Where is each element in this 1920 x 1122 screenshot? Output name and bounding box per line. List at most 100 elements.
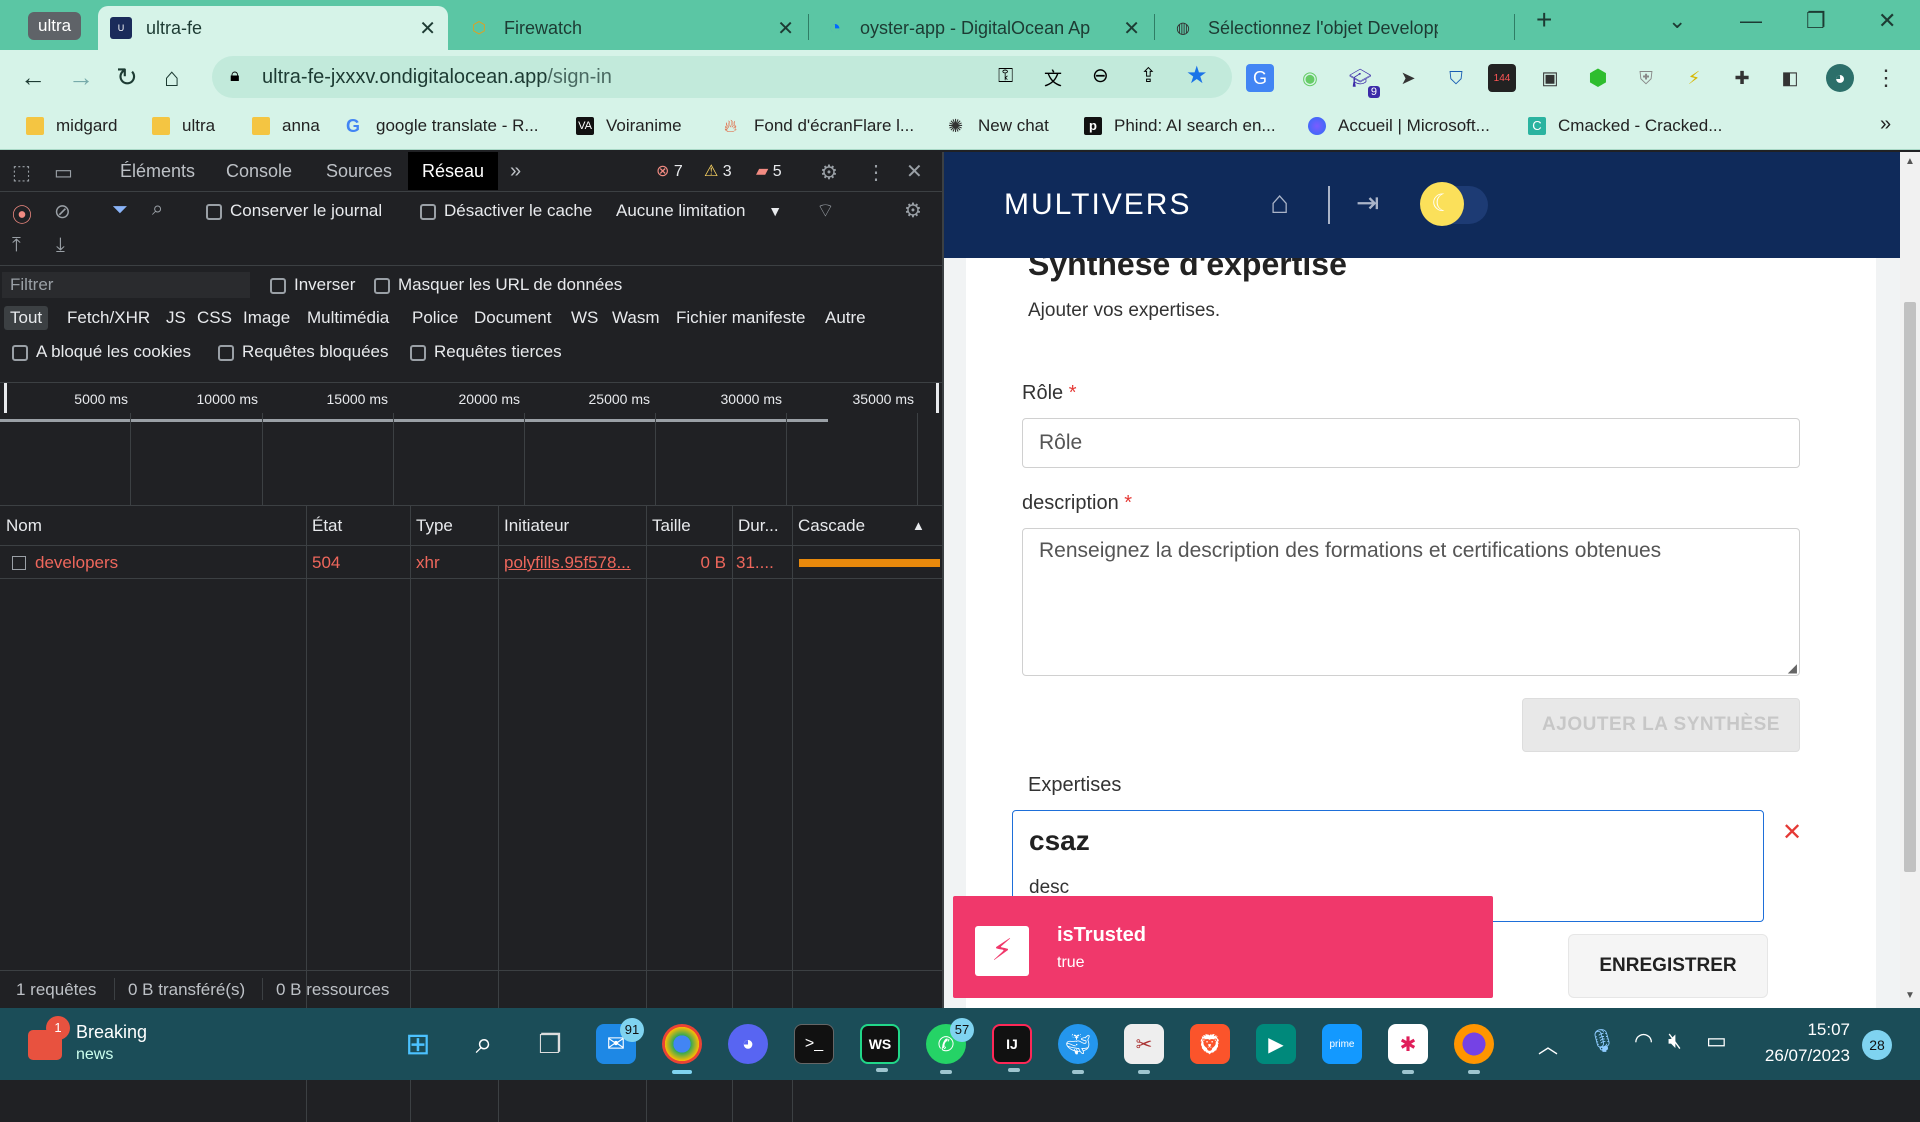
multivers-logo[interactable]: MULTIVERS — [1004, 188, 1191, 222]
type-filter-all[interactable]: Tout — [4, 306, 49, 330]
close-devtools-icon[interactable]: ✕ — [906, 159, 923, 184]
clock-date[interactable]: 26/07/2023 — [1756, 1046, 1850, 1066]
meet-icon[interactable]: ▶ — [1256, 1024, 1296, 1064]
throttling-select[interactable]: Aucune limitation ▼ — [616, 201, 782, 221]
search-icon[interactable]: ⌕ — [152, 198, 163, 221]
clock-time[interactable]: 15:07 — [1756, 1020, 1850, 1040]
webstorm-icon[interactable]: WS — [860, 1024, 900, 1072]
type-filter-media[interactable]: Multimédia — [307, 308, 389, 328]
export-har-icon[interactable]: ⤓ — [56, 234, 65, 257]
bookmark-microsoft[interactable]: Accueil | Microsoft... — [1308, 116, 1490, 136]
toast-notification[interactable]: ⚡︎ isTrusted true — [953, 896, 1493, 998]
type-filter-fetch-xhr[interactable]: Fetch/XHR — [67, 308, 150, 328]
bookmark-cmacked[interactable]: C Cmacked - Cracked... — [1528, 116, 1722, 136]
volume-muted-icon[interactable]: 🔇︎ — [1668, 1028, 1682, 1054]
back-icon[interactable]: ← — [20, 62, 46, 93]
close-tab-icon[interactable]: ✕ — [777, 16, 794, 41]
menu-kebab-icon[interactable]: ⋮ — [1872, 64, 1900, 92]
terminal-icon[interactable]: >_ — [794, 1024, 834, 1064]
tab-network[interactable]: Réseau — [408, 152, 499, 190]
device-toolbar-icon[interactable]: ▭ — [54, 160, 73, 185]
chrome-icon[interactable] — [662, 1024, 702, 1074]
column-initiator[interactable]: Initiateur — [498, 506, 646, 546]
bookmark-google-translate[interactable]: Ggoogle translate - R... — [346, 116, 539, 136]
add-synthesis-button[interactable]: AJOUTER LA SYNTHÈSE — [1522, 698, 1800, 752]
bookmark-new-chat[interactable]: ✺ New chat — [948, 116, 1049, 136]
disable-cache-checkbox[interactable]: Désactiver le cache — [420, 201, 592, 221]
request-initiator-link[interactable]: polyfills.95f578... — [504, 547, 640, 579]
green-power-extension-icon[interactable]: ⬢ — [1584, 64, 1612, 92]
task-view-icon[interactable]: ❐ — [530, 1024, 570, 1064]
restore-icon[interactable]: ❐ — [1806, 8, 1826, 34]
resize-handle-icon[interactable]: ◢ — [1788, 661, 1797, 675]
more-tabs-icon[interactable]: » — [496, 152, 535, 190]
column-duration[interactable]: Dur... — [732, 506, 792, 546]
close-tab-icon[interactable]: ✕ — [419, 16, 436, 41]
brave-icon[interactable]: 🦁︎ — [1190, 1024, 1230, 1064]
theme-toggle[interactable]: ☾ — [1420, 182, 1488, 226]
bookmark-flare[interactable]: 🔥︎ Fond d'écranFlare l... — [724, 116, 914, 136]
minimize-icon[interactable]: — — [1740, 8, 1762, 34]
slack-icon[interactable]: ✱ — [1388, 1024, 1428, 1074]
tab-sources[interactable]: Sources — [312, 152, 406, 190]
windows-start-icon[interactable]: ⊞ — [398, 1024, 438, 1064]
snipping-tool-icon[interactable]: ✂ — [1124, 1024, 1164, 1074]
cursor-extension-icon[interactable]: ➤ — [1394, 64, 1422, 92]
settings-gear-icon[interactable]: ⚙ — [820, 160, 838, 185]
bookmark-star-icon[interactable]: ★ — [1186, 61, 1208, 90]
type-filter-font[interactable]: Police — [412, 308, 458, 328]
column-status[interactable]: État — [306, 506, 410, 546]
wifi-icon[interactable]: ◠ — [1634, 1028, 1653, 1054]
key-icon[interactable]: ⚿ — [998, 65, 1013, 88]
whatsapp-icon[interactable]: ✆ 57 — [926, 1018, 974, 1074]
show-hidden-icons-chevron[interactable]: ︿ — [1538, 1030, 1558, 1059]
counter-extension-icon[interactable]: 144 — [1488, 64, 1516, 92]
bookmark-voiranime[interactable]: VA Voiranime — [576, 116, 682, 136]
blocked-cookies-checkbox[interactable]: A bloqué les cookies — [12, 342, 191, 362]
url-text[interactable]: ultra-fe-jxxxv.ondigitalocean.app/sign-i… — [262, 66, 612, 89]
translate-icon[interactable]: 文 — [1044, 65, 1062, 91]
preserve-log-checkbox[interactable]: Conserver le journal — [206, 201, 382, 221]
warning-count[interactable]: ⚠ 3 — [704, 161, 732, 181]
tab-salesforce-object[interactable]: ◍ Sélectionnez l'objet Developpeur — [1160, 6, 1510, 50]
record-icon[interactable]: ⦿ — [12, 199, 32, 228]
extensions-puzzle-icon[interactable]: ✚ — [1728, 64, 1756, 92]
devtools-menu-icon[interactable]: ⋮ — [866, 160, 886, 185]
save-button[interactable]: ENREGISTRER — [1568, 934, 1768, 998]
search-icon[interactable]: ⌕ — [464, 1024, 504, 1064]
issues-count[interactable]: ▰ 5 — [756, 161, 782, 181]
timeline-handle-left[interactable] — [4, 383, 7, 413]
type-filter-css[interactable]: CSS — [197, 308, 232, 328]
table-row[interactable]: developers 504 xhr polyfills.95f578... 0… — [0, 547, 942, 579]
microphone-icon[interactable]: 🎙︎ — [1588, 1028, 1616, 1054]
bookmark-anna[interactable]: anna — [252, 116, 320, 136]
type-filter-manifest[interactable]: Fichier manifeste — [676, 308, 805, 328]
firefox-icon[interactable] — [1454, 1024, 1494, 1074]
scroll-down-icon[interactable]: ▼ — [1905, 990, 1915, 1001]
type-filter-document[interactable]: Document — [474, 308, 551, 328]
import-har-icon[interactable]: ⤒ — [12, 234, 21, 257]
column-size[interactable]: Taille — [646, 506, 732, 546]
column-name[interactable]: Nom — [0, 506, 306, 546]
row-checkbox[interactable] — [12, 556, 26, 570]
battery-icon[interactable]: ▭ — [1706, 1028, 1727, 1054]
type-filter-js[interactable]: JS — [166, 308, 186, 328]
tab-search-chevron-icon[interactable]: ⌄ — [1668, 8, 1686, 34]
zoom-icon[interactable]: ⊖ — [1092, 63, 1109, 88]
type-filter-other[interactable]: Autre — [825, 308, 866, 328]
mail-icon[interactable]: ✉ 91 — [596, 1018, 644, 1064]
network-conditions-wifi-icon[interactable]: ⌔ — [816, 198, 835, 223]
docker-icon[interactable]: 🐳︎ — [1058, 1024, 1098, 1074]
notification-center-badge[interactable]: 28 — [1862, 1030, 1892, 1060]
close-window-icon[interactable]: ✕ — [1878, 8, 1896, 34]
more-bookmarks-chevron-icon[interactable]: » — [1880, 113, 1891, 136]
type-filter-image[interactable]: Image — [243, 308, 290, 328]
bookmark-midgard[interactable]: midgard — [26, 116, 117, 136]
error-count[interactable]: ⊗ 7 — [656, 161, 683, 181]
address-bar[interactable]: 🔒︎ ultra-fe-jxxxv.ondigitalocean.app/sig… — [212, 56, 1232, 98]
clear-icon[interactable]: ⊘ — [54, 199, 71, 224]
tab-ultra-fe[interactable]: U ultra-fe ✕ — [98, 6, 448, 50]
intellij-icon[interactable]: IJ — [992, 1024, 1032, 1072]
scrollbar-thumb[interactable] — [1904, 302, 1916, 872]
shield-extension-icon[interactable]: ⛉ — [1442, 64, 1470, 92]
